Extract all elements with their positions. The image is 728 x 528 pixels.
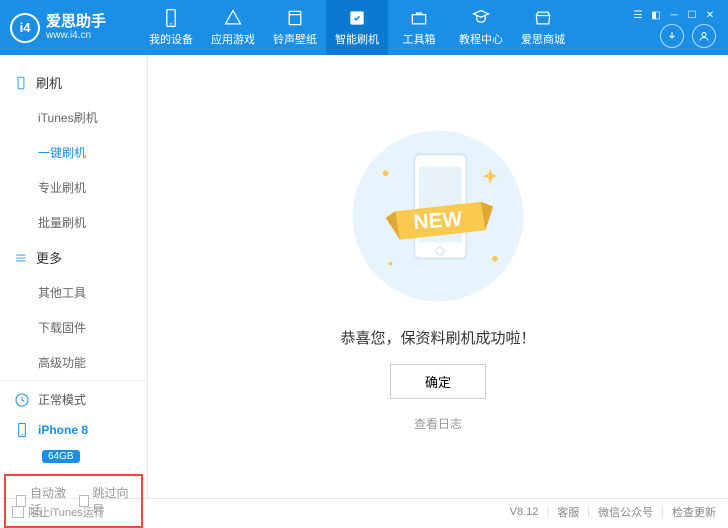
app-logo: i4 爱思助手 www.i4.cn (10, 13, 140, 43)
brand-url: www.i4.cn (46, 30, 106, 41)
brand-name: 爱思助手 (46, 14, 106, 31)
skin-icon[interactable]: ◧ (648, 10, 664, 22)
tab-store[interactable]: 爱思商城 (512, 0, 574, 55)
user-button[interactable] (692, 24, 716, 48)
tab-toolbox[interactable]: 工具箱 (388, 0, 450, 55)
storage-badge: 64GB (42, 450, 80, 463)
tab-tutorials[interactable]: 教程中心 (450, 0, 512, 55)
sidebar-group-flash: 刷机 (0, 65, 147, 100)
main-content: NEW 恭喜您，保资料刷机成功啦！ 确定 查看日志 (148, 55, 728, 498)
ok-button[interactable]: 确定 (390, 364, 486, 399)
menu-icon[interactable]: ☰ (630, 10, 646, 22)
logo-mark: i4 (10, 13, 40, 43)
update-link[interactable]: 检查更新 (672, 504, 716, 520)
sidebar: 刷机 iTunes刷机 一键刷机 专业刷机 批量刷机 更多 其他工具 下载固件 … (0, 55, 148, 498)
ribbon-text: NEW (413, 208, 464, 234)
sidebar-item-batch-flash[interactable]: 批量刷机 (0, 205, 147, 240)
version-label: V8.12 (510, 506, 539, 518)
titlebar: i4 爱思助手 www.i4.cn 我的设备 应用游戏 铃声壁纸 智能刷机 工具… (0, 0, 728, 55)
wechat-link[interactable]: 微信公众号 (598, 504, 653, 520)
tab-apps[interactable]: 应用游戏 (202, 0, 264, 55)
tab-my-device[interactable]: 我的设备 (140, 0, 202, 55)
close-icon[interactable]: ✕ (702, 10, 718, 22)
minimize-icon[interactable]: ─ (666, 10, 682, 22)
maximize-icon[interactable]: ☐ (684, 10, 700, 22)
sidebar-item-onekey-flash[interactable]: 一键刷机 (0, 135, 147, 170)
success-illustration: NEW (343, 121, 533, 311)
success-message: 恭喜您，保资料刷机成功啦！ (340, 327, 535, 348)
sidebar-item-other-tools[interactable]: 其他工具 (0, 275, 147, 310)
view-log-link[interactable]: 查看日志 (414, 415, 462, 432)
sidebar-item-download-firmware[interactable]: 下载固件 (0, 310, 147, 345)
device-info[interactable]: iPhone 8 (0, 418, 147, 448)
sidebar-group-more: 更多 (0, 240, 147, 275)
sidebar-item-advanced[interactable]: 高级功能 (0, 345, 147, 380)
sidebar-item-itunes-flash[interactable]: iTunes刷机 (0, 100, 147, 135)
download-button[interactable] (660, 24, 684, 48)
tab-ringtones[interactable]: 铃声壁纸 (264, 0, 326, 55)
sidebar-item-pro-flash[interactable]: 专业刷机 (0, 170, 147, 205)
window-controls: ☰ ◧ ─ ☐ ✕ (630, 10, 718, 22)
top-tabs: 我的设备 应用游戏 铃声壁纸 智能刷机 工具箱 教程中心 爱思商城 (140, 0, 630, 55)
bottom-checks-highlight: 自动激活 跳过向导 (4, 474, 143, 528)
device-mode[interactable]: 正常模式 (0, 380, 147, 418)
checkbox-block-itunes[interactable]: 阻止iTunes运行 (12, 504, 105, 520)
support-link[interactable]: 客服 (557, 504, 579, 520)
tab-flash[interactable]: 智能刷机 (326, 0, 388, 55)
